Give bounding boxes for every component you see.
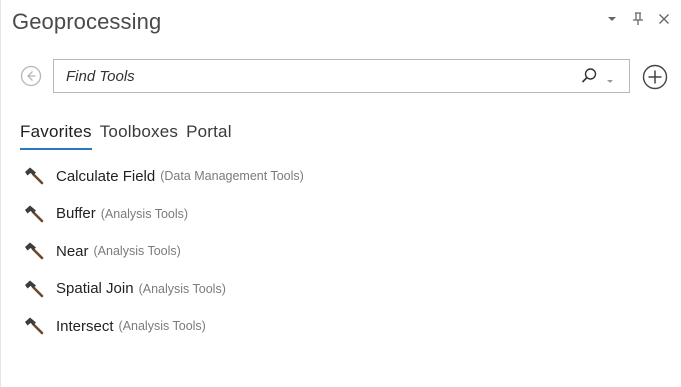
tab-bar: Favorites Toolboxes Portal — [20, 122, 232, 150]
tool-toolbox: (Analysis Tools) — [118, 319, 206, 333]
tool-item-calculate-field[interactable]: Calculate Field (Data Management Tools) — [23, 165, 663, 187]
pane-title-controls — [605, 10, 671, 28]
search-button[interactable] — [580, 67, 598, 85]
hammer-icon — [25, 280, 44, 297]
tool-toolbox: (Analysis Tools) — [138, 281, 226, 296]
dropdown-arrow-icon — [608, 17, 616, 21]
tool-name: Calculate Field — [56, 167, 156, 185]
add-button[interactable] — [642, 64, 668, 90]
back-arrow-icon — [20, 65, 42, 87]
hammer-icon — [25, 242, 44, 260]
find-tools-input[interactable] — [54, 60, 564, 92]
pin-button[interactable] — [631, 10, 645, 28]
tool-name: Intersect — [56, 317, 114, 335]
back-button[interactable] — [20, 65, 42, 87]
tool-name: Spatial Join — [56, 280, 134, 297]
add-circle-icon — [642, 64, 668, 90]
search-icon — [581, 68, 597, 83]
tab-favorites[interactable]: Favorites — [20, 122, 92, 150]
close-icon — [659, 14, 669, 24]
tool-item-buffer[interactable]: Buffer (Analysis Tools) — [23, 203, 663, 225]
pin-icon — [633, 12, 643, 25]
dropdown-arrow-icon — [607, 80, 613, 83]
pane-options-button[interactable] — [605, 10, 619, 28]
hammer-icon — [25, 205, 44, 222]
tool-item-spatial-join[interactable]: Spatial Join (Analysis Tools) — [23, 278, 663, 300]
tool-name: Near — [56, 242, 89, 260]
favorites-tool-list: Calculate Field (Data Management Tools) … — [23, 165, 663, 353]
tab-portal[interactable]: Portal — [186, 122, 232, 150]
geoprocessing-pane: Geoprocessing Find Tools Favorites Toolb… — [0, 0, 681, 387]
hammer-icon — [25, 167, 44, 185]
tool-toolbox: (Analysis Tools) — [93, 244, 181, 258]
tab-toolboxes[interactable]: Toolboxes — [100, 122, 178, 150]
tool-item-near[interactable]: Near (Analysis Tools) — [23, 240, 663, 262]
hammer-icon — [25, 317, 44, 335]
find-tools-search-box — [53, 59, 630, 93]
close-button[interactable] — [657, 10, 671, 28]
tool-name: Buffer — [56, 205, 96, 222]
search-options-button[interactable] — [605, 71, 615, 85]
tool-toolbox: (Analysis Tools) — [100, 206, 189, 221]
tool-toolbox: (Data Management Tools) — [160, 169, 304, 183]
pane-title: Geoprocessing — [12, 9, 162, 34]
tool-item-intersect[interactable]: Intersect (Analysis Tools) — [23, 315, 663, 337]
